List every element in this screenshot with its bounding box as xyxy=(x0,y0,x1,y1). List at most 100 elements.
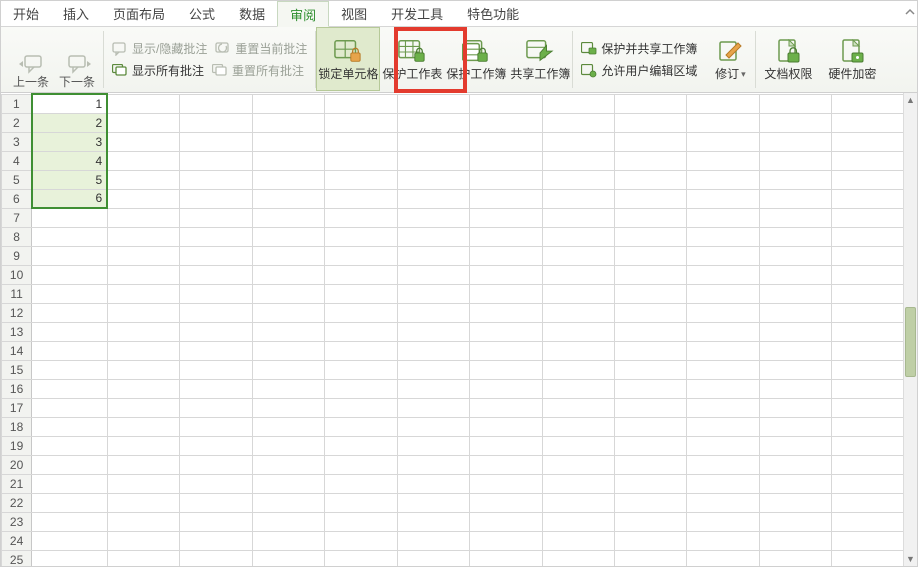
cell[interactable] xyxy=(470,113,542,132)
cell[interactable] xyxy=(252,265,324,284)
cell[interactable] xyxy=(614,531,686,550)
cell[interactable] xyxy=(107,322,179,341)
collapse-ribbon-icon[interactable] xyxy=(902,0,918,26)
cell[interactable] xyxy=(107,474,179,493)
cell[interactable] xyxy=(470,94,542,113)
cell[interactable] xyxy=(759,227,831,246)
cell[interactable] xyxy=(470,360,542,379)
cell[interactable] xyxy=(107,151,179,170)
show-all-comments-button[interactable]: 显示所有批注 xyxy=(108,60,208,82)
cell[interactable] xyxy=(687,227,759,246)
cell[interactable]: 6 xyxy=(32,189,108,208)
cell[interactable]: 1 xyxy=(32,94,108,113)
cell[interactable] xyxy=(32,246,108,265)
cell[interactable] xyxy=(32,493,108,512)
tab-data[interactable]: 数据 xyxy=(227,0,277,26)
cell[interactable] xyxy=(614,170,686,189)
cell[interactable] xyxy=(687,531,759,550)
cell[interactable] xyxy=(614,246,686,265)
cell[interactable] xyxy=(397,512,469,531)
cell[interactable] xyxy=(470,322,542,341)
cell[interactable] xyxy=(687,94,759,113)
cell[interactable] xyxy=(397,132,469,151)
cell[interactable] xyxy=(542,265,614,284)
cell[interactable] xyxy=(759,113,831,132)
cell[interactable] xyxy=(180,322,252,341)
cell[interactable] xyxy=(252,531,324,550)
cell[interactable] xyxy=(180,417,252,436)
tab-review[interactable]: 审阅 xyxy=(277,1,329,27)
cell[interactable] xyxy=(397,436,469,455)
cell[interactable] xyxy=(542,303,614,322)
cell[interactable] xyxy=(325,341,397,360)
cell[interactable] xyxy=(32,379,108,398)
cell[interactable] xyxy=(180,360,252,379)
cell[interactable] xyxy=(614,322,686,341)
cell[interactable] xyxy=(470,455,542,474)
cell[interactable] xyxy=(107,360,179,379)
row-header[interactable]: 7 xyxy=(2,208,32,227)
cell[interactable] xyxy=(759,341,831,360)
cell[interactable] xyxy=(832,550,903,566)
cell[interactable] xyxy=(397,303,469,322)
cell[interactable] xyxy=(325,227,397,246)
cell[interactable] xyxy=(252,208,324,227)
cell[interactable] xyxy=(107,265,179,284)
cell[interactable] xyxy=(107,417,179,436)
cell[interactable] xyxy=(32,341,108,360)
cell[interactable] xyxy=(542,341,614,360)
cell[interactable] xyxy=(397,417,469,436)
row-header[interactable]: 10 xyxy=(2,265,32,284)
cell[interactable] xyxy=(759,303,831,322)
cell[interactable] xyxy=(325,455,397,474)
cell[interactable] xyxy=(252,455,324,474)
cell[interactable] xyxy=(614,284,686,303)
cell[interactable] xyxy=(470,170,542,189)
cell[interactable] xyxy=(542,379,614,398)
cell[interactable] xyxy=(325,493,397,512)
cell[interactable] xyxy=(252,303,324,322)
row-header[interactable]: 25 xyxy=(2,550,32,566)
cell[interactable] xyxy=(470,265,542,284)
cell[interactable] xyxy=(687,379,759,398)
cell[interactable] xyxy=(32,474,108,493)
cell[interactable] xyxy=(325,379,397,398)
cell[interactable] xyxy=(252,227,324,246)
cell[interactable] xyxy=(470,512,542,531)
cell[interactable] xyxy=(32,455,108,474)
cell[interactable] xyxy=(397,151,469,170)
cell[interactable] xyxy=(687,417,759,436)
cell[interactable] xyxy=(180,189,252,208)
cell[interactable] xyxy=(832,303,903,322)
cell[interactable] xyxy=(470,550,542,566)
cell[interactable] xyxy=(180,113,252,132)
cell[interactable] xyxy=(614,151,686,170)
cell[interactable] xyxy=(397,455,469,474)
cell[interactable] xyxy=(759,531,831,550)
share-workbook-button[interactable]: 共享工作簿 xyxy=(508,27,572,91)
cell[interactable] xyxy=(397,246,469,265)
cell[interactable] xyxy=(180,531,252,550)
cell[interactable] xyxy=(832,531,903,550)
cell[interactable] xyxy=(397,398,469,417)
cell[interactable] xyxy=(614,227,686,246)
cell[interactable] xyxy=(107,208,179,227)
cell[interactable] xyxy=(397,550,469,566)
cell[interactable] xyxy=(687,512,759,531)
cell[interactable] xyxy=(325,170,397,189)
tab-page-layout[interactable]: 页面布局 xyxy=(101,0,177,26)
cell[interactable] xyxy=(759,132,831,151)
cell[interactable] xyxy=(542,227,614,246)
cell[interactable] xyxy=(542,189,614,208)
cell[interactable] xyxy=(759,512,831,531)
row-header[interactable]: 15 xyxy=(2,360,32,379)
cell[interactable] xyxy=(32,398,108,417)
cell[interactable] xyxy=(107,512,179,531)
cell[interactable] xyxy=(107,132,179,151)
cell[interactable] xyxy=(832,436,903,455)
row-header[interactable]: 16 xyxy=(2,379,32,398)
cell[interactable] xyxy=(614,474,686,493)
show-hide-comment-button[interactable]: 显示/隐藏批注 xyxy=(108,38,211,60)
cell[interactable] xyxy=(252,132,324,151)
allow-users-edit-ranges-button[interactable]: 允许用户编辑区域 xyxy=(577,60,701,82)
